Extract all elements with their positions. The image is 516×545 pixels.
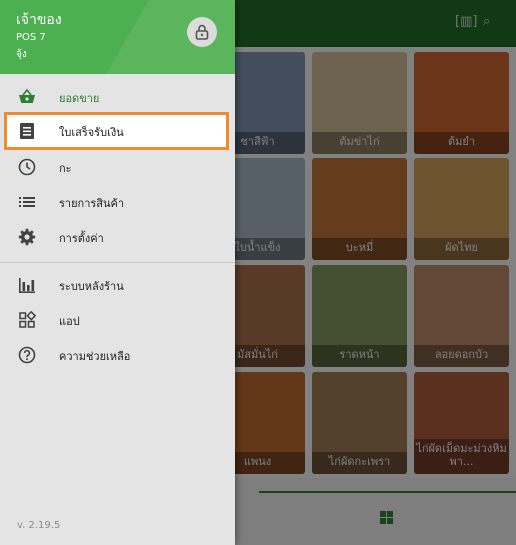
menu-item-settings[interactable]: การตั้งค่า [0,219,235,255]
gear-icon [18,228,36,246]
lock-icon [195,24,209,40]
menu-item-label: รายการสินค้า [59,197,125,210]
bar-chart-icon [19,278,35,293]
menu-item-help[interactable]: ความช่วยเหลือ [0,337,235,373]
basket-icon [19,88,35,103]
menu-item-label: การตั้งค่า [59,232,104,245]
apps-icon [19,311,36,328]
help-icon [18,346,36,364]
menu-item-items[interactable]: รายการสินค้า [0,184,235,220]
shop-name: เจ้าของ [16,12,62,28]
menu-item-label: ยอดขาย [59,92,100,105]
lock-button[interactable] [187,17,217,47]
menu-item-shift[interactable]: กะ [0,149,235,185]
drawer-header: เจ้าของ POS 7 จุ้ง [0,0,235,74]
menu-item-label: แอป [59,315,80,328]
menu-item-label: ระบบหลังร้าน [59,280,124,293]
clock-icon [18,158,36,176]
menu-item-label: ใบเสร็จรับเงิน [59,126,124,139]
menu-item-sales[interactable]: ยอดขาย [0,79,235,115]
user-name: จุ้ง [16,49,27,60]
navigation-drawer: เจ้าของ POS 7 จุ้ง ยอดขาย ใบเสร็จรับเงิน [0,0,235,545]
list-icon [19,197,35,207]
menu-item-back-office[interactable]: ระบบหลังร้าน [0,267,235,303]
app-version: v. 2.19.5 [17,520,61,531]
menu-item-receipts[interactable]: ใบเสร็จรับเงิน [4,112,229,150]
menu-item-label: กะ [59,162,72,175]
receipt-icon [20,123,34,139]
menu-item-label: ความช่วยเหลือ [59,350,131,363]
menu-divider [0,262,235,263]
pos-name: POS 7 [16,32,46,43]
menu-item-apps[interactable]: แอป [0,302,235,338]
